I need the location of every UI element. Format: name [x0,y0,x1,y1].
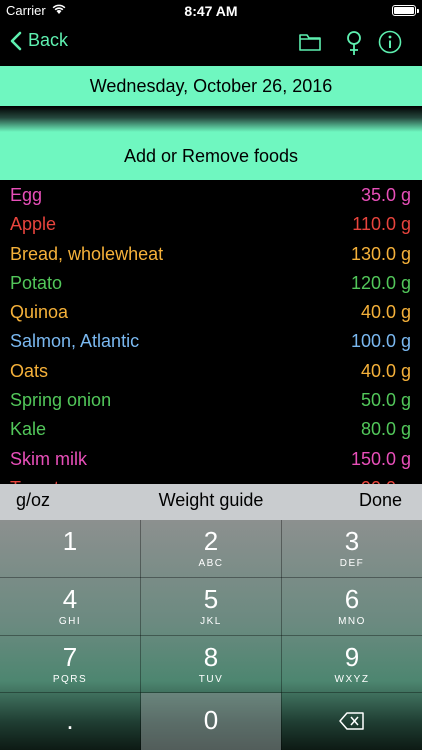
key-letters: WXYZ [334,674,370,685]
food-amount: 100.0 g [350,331,411,352]
numeric-keypad: 1 2 ABC 3 DEF 4 GHI 5 JKL 6 MNO 7 PQRS 8 TUV 9 WXYZ. 0 [0,520,422,750]
key-letters: MNO [338,616,366,627]
key-1[interactable]: 1 [0,520,140,577]
battery-icon [392,5,419,16]
key-4[interactable]: 4 GHI [0,578,140,635]
key-digit: 0 [203,705,219,735]
back-label: Back [28,30,69,50]
female-icon[interactable] [343,30,365,56]
key-6[interactable]: 6 MNO [282,578,422,635]
food-amount: 110.0 g [352,214,411,235]
key-letters: TUV [198,674,224,685]
food-row[interactable]: Spring onion 50.0 g [0,386,422,415]
back-button[interactable]: Back [10,30,68,51]
clock: 8:47 AM [184,3,238,19]
key-digit: 7 [62,642,78,672]
key-0[interactable]: 0 [141,693,281,750]
key-digit: 9 [344,642,360,672]
chevron-left-icon [10,31,22,50]
food-amount: 130.0 g [350,243,411,264]
food-name: Bread, wholewheat [10,243,164,264]
key-9[interactable]: 9 WXYZ [282,636,422,692]
food-row[interactable]: Bread, wholewheat 130.0 g [0,240,422,269]
food-row[interactable]: Oats 40.0 g [0,357,422,386]
key-8[interactable]: 8 TUV [141,636,281,692]
food-name: Oats [10,360,49,381]
key-letters: PQRS [52,674,88,685]
key-letters: ABC [198,558,224,569]
food-amount: 50.0 g [360,390,411,411]
key-3[interactable]: 3 DEF [282,520,422,577]
food-name: Apple [10,214,57,235]
food-row[interactable]: Kale 80.0 g [0,415,422,444]
food-row[interactable]: Quinoa 40.0 g [0,298,422,327]
key-digit: 6 [344,584,360,614]
food-row[interactable]: Potato 120.0 g [0,269,422,298]
key-2[interactable]: 2 ABC [141,520,281,577]
done-button[interactable]: Done [359,490,402,511]
food-name: Egg [10,185,43,205]
date-label: Wednesday, October 26, 2016 [0,66,422,106]
food-name: Kale [10,419,47,440]
key-digit: 8 [203,642,219,672]
food-name: Potato [10,272,63,293]
key-digit: 2 [203,526,219,556]
food-row[interactable]: Egg 35.0 g [0,181,422,210]
key-letters: JKL [200,616,222,627]
key-digit: 5 [203,584,219,614]
food-amount: 150.0 g [350,448,411,469]
key-5[interactable]: 5 JKL [141,578,281,635]
key-digit: 4 [62,584,78,614]
keyboard-accessory-bar: g/oz Weight guide Done [0,484,422,520]
status-bar: Carrier 8:47 AM [0,0,422,22]
food-row[interactable]: Salmon, Atlantic 100.0 g [0,327,422,356]
add-remove-foods-button[interactable]: Add or Remove foods [0,132,422,180]
weight-guide-button[interactable]: Weight guide [159,490,264,510]
food-amount: 40.0 g [360,360,411,381]
food-row[interactable]: Skim milk 150.0 g [0,445,422,474]
key-digit: 3 [344,526,360,556]
key-letters: DEF [339,558,365,569]
key-7[interactable]: 7 PQRS [0,636,140,692]
delete-button[interactable] [282,693,422,750]
food-amount: 80.0 g [360,419,411,440]
food-list[interactable]: Egg 35.0 g Apple 110.0 g Bread, wholewheat 13… [0,181,422,484]
food-name: Spring onion [10,390,112,411]
key-letters: GHI [58,616,82,627]
backspace-icon [339,712,364,730]
food-amount: 35.0 g [360,185,411,205]
key-digit: 1 [62,526,78,556]
unit-toggle-button[interactable]: g/oz [16,490,50,511]
food-name: Salmon, Atlantic [10,331,140,352]
info-icon[interactable] [378,30,402,54]
key-digit: . [66,705,74,735]
key-decimal[interactable]: . [0,693,140,750]
food-name: Quinoa [10,302,69,323]
food-amount: 40.0 g [360,302,411,323]
food-amount: 120.0 g [350,272,411,293]
navigation-bar: Back [0,22,422,66]
folder-icon[interactable] [298,30,322,54]
food-row[interactable]: Apple 110.0 g [0,210,422,239]
food-name: Skim milk [10,448,87,469]
gradient-divider [0,106,422,132]
food-row[interactable]: Tomato90.0 g [0,474,422,484]
